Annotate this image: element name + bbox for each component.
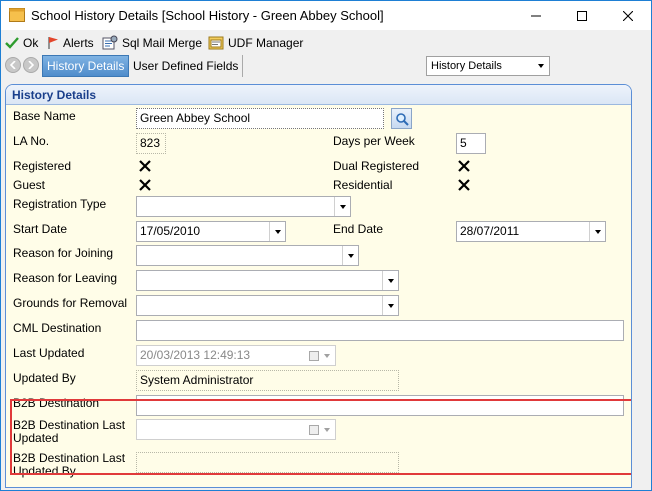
title-bar[interactable]: School History Details [School History -… (1, 1, 651, 30)
chevron-down-icon[interactable] (334, 197, 350, 216)
dual-registered-checkbox[interactable] (458, 160, 470, 172)
alerts-label: Alerts (63, 36, 94, 50)
reason-joining-label: Reason for Joining (13, 246, 114, 260)
end-date-field[interactable]: 28/07/2011 (456, 221, 606, 242)
updated-by-label: Updated By (13, 371, 76, 385)
ok-button[interactable]: Ok (5, 34, 38, 52)
cml-destination-field[interactable] (136, 320, 624, 341)
b2b-last-updated-field (136, 419, 336, 440)
close-button[interactable] (605, 1, 651, 30)
window-title: School History Details [School History -… (31, 8, 384, 23)
maximize-button[interactable] (559, 1, 605, 30)
dual-registered-label: Dual Registered (333, 159, 420, 173)
b2b-destination-field[interactable] (136, 395, 624, 416)
base-name-field[interactable]: Green Abbey School (136, 108, 384, 129)
last-updated-value: 20/03/2013 12:49:13 (140, 348, 251, 362)
end-date-label: End Date (333, 222, 384, 236)
registration-type-select[interactable] (136, 196, 351, 217)
registered-checkbox[interactable] (139, 160, 151, 172)
udf-manager-button[interactable]: UDF Manager (208, 34, 303, 52)
minimize-icon (531, 15, 541, 16)
tab-user-defined-fields[interactable]: User Defined Fields (129, 55, 244, 77)
close-icon (623, 10, 633, 21)
start-date-value: 17/05/2010 (140, 224, 201, 238)
date-dropdown-icon[interactable] (269, 222, 285, 241)
calendar-icon (309, 425, 319, 435)
guest-label: Guest (13, 178, 46, 192)
residential-label: Residential (333, 178, 393, 192)
back-button[interactable] (5, 57, 21, 73)
alerts-button[interactable]: Alerts (47, 34, 94, 52)
minimize-button[interactable] (513, 1, 559, 30)
udf-manager-icon (208, 36, 224, 50)
arrow-right-icon (28, 61, 35, 69)
chevron-down-icon[interactable] (342, 246, 358, 265)
tab-history-details[interactable]: History Details (42, 55, 130, 77)
section-select[interactable]: History Details (426, 56, 550, 76)
ok-label: Ok (23, 36, 39, 50)
search-icon (395, 112, 409, 126)
date-dropdown-icon[interactable] (589, 222, 605, 241)
sql-mail-merge-button[interactable]: Sql Mail Merge (102, 34, 202, 52)
sql-mail-merge-label: Sql Mail Merge (122, 36, 203, 50)
window-app-icon (9, 8, 25, 22)
tab-strip: History Details User Defined Fields Hist… (1, 53, 651, 79)
days-per-week-label: Days per Week (333, 134, 415, 148)
start-date-field[interactable]: 17/05/2010 (136, 221, 286, 242)
cml-destination-label: CML Destination (13, 321, 102, 335)
history-details-panel: History Details Base Name Green Abbey Sc… (5, 84, 632, 488)
la-no-field: 823 (136, 133, 166, 154)
scrollbar[interactable] (634, 84, 651, 490)
forward-button[interactable] (23, 57, 39, 73)
residential-checkbox[interactable] (458, 179, 470, 191)
reason-leaving-select[interactable] (136, 270, 399, 291)
reason-joining-select[interactable] (136, 245, 359, 266)
base-name-label: Base Name (13, 109, 76, 123)
section-select-value: History Details (431, 60, 502, 72)
chevron-down-icon (538, 64, 544, 68)
la-no-label: LA No. (13, 134, 50, 148)
toolbar: Ok Alerts Sql Mail Merge UDF Manager (1, 31, 651, 53)
registration-type-label: Registration Type (13, 197, 107, 211)
b2b-last-updated-by-field (136, 452, 399, 473)
b2b-last-updated-label: B2B Destination Last Updated (13, 418, 126, 445)
udf-manager-label: UDF Manager (228, 36, 304, 50)
days-per-week-field[interactable]: 5 (456, 133, 486, 154)
chevron-down-icon (319, 420, 335, 439)
start-date-label: Start Date (13, 222, 68, 236)
school-history-window: School History Details [School History -… (0, 0, 652, 491)
end-date-value: 28/07/2011 (460, 224, 520, 238)
arrow-left-icon (9, 61, 16, 69)
reason-leaving-label: Reason for Leaving (13, 271, 118, 285)
chevron-down-icon[interactable] (382, 296, 398, 315)
chevron-down-icon[interactable] (382, 271, 398, 290)
panel-title: History Details (6, 85, 631, 105)
registered-label: Registered (13, 159, 72, 173)
flag-icon (48, 37, 58, 49)
last-updated-label: Last Updated (13, 346, 85, 360)
maximize-icon (577, 10, 587, 21)
grounds-removal-label: Grounds for Removal (13, 296, 128, 310)
mail-merge-icon (102, 35, 118, 50)
base-name-search-button[interactable] (391, 108, 412, 129)
b2b-last-updated-by-label: B2B Destination Last Updated By (13, 451, 126, 478)
guest-checkbox[interactable] (139, 179, 151, 191)
updated-by-field: System Administrator (136, 370, 399, 391)
checkmark-icon (5, 37, 19, 49)
chevron-down-icon (319, 346, 335, 365)
calendar-icon (309, 351, 319, 361)
b2b-destination-label: B2B Destination (13, 396, 100, 410)
grounds-removal-select[interactable] (136, 295, 399, 316)
last-updated-field: 20/03/2013 12:49:13 (136, 345, 336, 366)
